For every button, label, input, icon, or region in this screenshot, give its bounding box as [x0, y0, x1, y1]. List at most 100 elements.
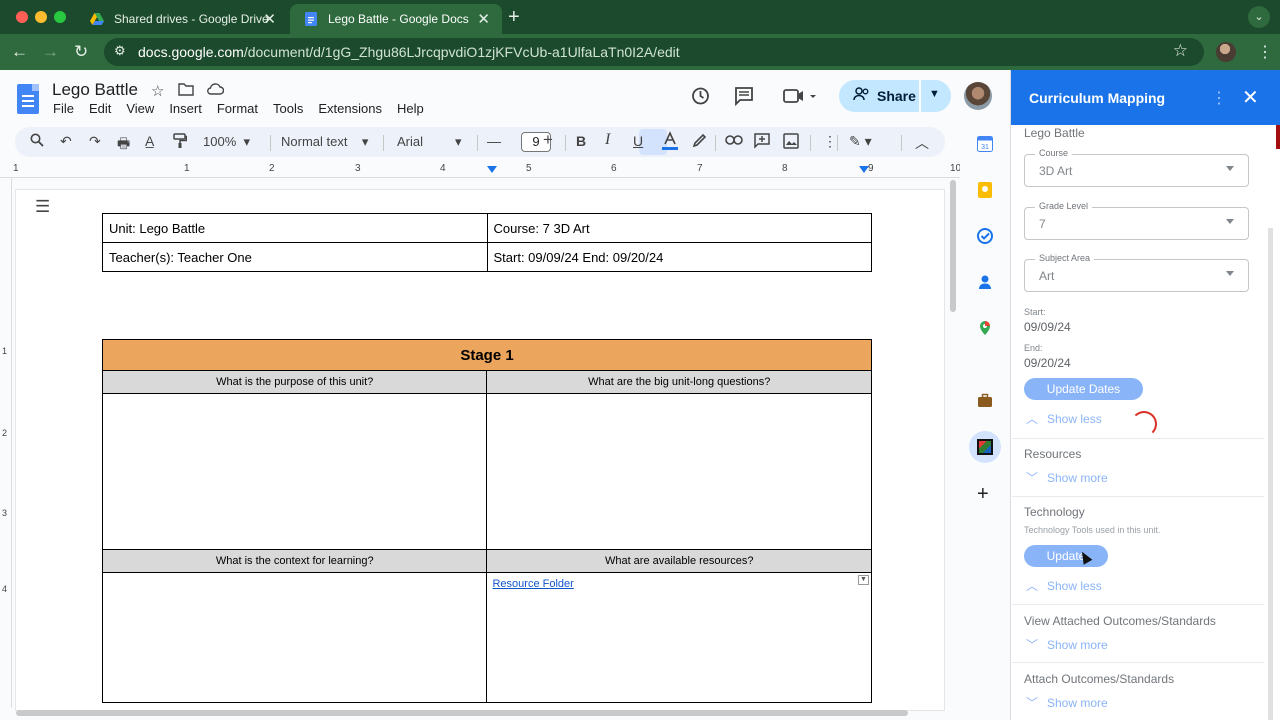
window-zoom-button[interactable]	[54, 11, 66, 23]
teacher-cell[interactable]: Teacher(s): Teacher One	[102, 242, 488, 272]
document-vertical-scrollbar[interactable]	[950, 180, 956, 312]
panel-close-icon[interactable]: ✕	[1242, 85, 1259, 110]
underline-icon[interactable]: U	[633, 133, 643, 149]
decrease-font-size-icon[interactable]: —	[487, 133, 501, 149]
document-outline-icon[interactable]: ☰	[35, 197, 50, 217]
browser-menu-icon[interactable]: ⋮	[1257, 42, 1273, 62]
answer-cell[interactable]	[101, 572, 488, 703]
paint-format-icon[interactable]	[173, 133, 188, 152]
resources-show-more-toggle[interactable]: ﹀ Show more	[1026, 469, 1108, 486]
bold-icon[interactable]: B	[576, 133, 586, 149]
menu-tools[interactable]: Tools	[273, 101, 303, 116]
grade-level-select[interactable]: Grade Level 7	[1024, 201, 1249, 240]
meet-camera-icon[interactable]	[783, 86, 817, 112]
hide-menus-chevron-icon[interactable]: ︿	[915, 133, 929, 153]
show-less-toggle[interactable]: ︿ Show less	[1026, 410, 1102, 427]
close-tab-icon[interactable]: ✕	[477, 10, 490, 28]
menu-view[interactable]: View	[126, 101, 154, 116]
window-minimize-button[interactable]	[35, 11, 47, 23]
font-select[interactable]: Arial ▾	[397, 134, 462, 150]
dates-cell[interactable]: Start: 09/09/24 End: 09/20/24	[486, 242, 872, 272]
version-history-icon[interactable]	[690, 86, 710, 112]
smart-chip-dropdown-icon[interactable]: ▼	[858, 575, 869, 585]
course-select[interactable]: Course 3D Art	[1024, 148, 1249, 187]
more-options-icon[interactable]: ⋮	[823, 133, 837, 150]
technology-description: Technology Tools used in this unit.	[1024, 525, 1161, 535]
insert-image-icon[interactable]	[783, 133, 799, 152]
close-tab-icon[interactable]: ✕	[263, 10, 276, 28]
panel-scrollbar[interactable]	[1268, 228, 1273, 720]
left-indent-marker[interactable]	[487, 166, 497, 173]
share-dropdown-icon[interactable]: ▼	[929, 88, 940, 100]
menu-help[interactable]: Help	[397, 101, 424, 116]
menu-extensions[interactable]: Extensions	[318, 101, 382, 116]
highlight-color-icon[interactable]	[691, 133, 707, 152]
docs-logo-icon[interactable]	[17, 84, 39, 114]
url-bar[interactable]: ⚙ docs.google.com/document/d/1gG_Zhgu86L…	[104, 38, 1204, 66]
right-indent-marker[interactable]	[859, 166, 869, 173]
view-outcomes-show-more-toggle[interactable]: ﹀ Show more	[1026, 636, 1108, 653]
question-header-cell[interactable]: What is the purpose of this unit?	[101, 370, 488, 394]
document-title[interactable]: Lego Battle	[52, 80, 138, 100]
get-addons-plus-icon[interactable]: +	[977, 483, 989, 506]
briefcase-icon[interactable]	[977, 393, 993, 409]
question-header-cell[interactable]: What are available resources?	[486, 549, 872, 573]
question-header-cell[interactable]: What is the context for learning?	[101, 549, 488, 573]
keep-icon[interactable]	[977, 182, 993, 198]
tab-search-chevron-icon[interactable]: ⌄	[1248, 6, 1270, 28]
insert-link-icon[interactable]	[725, 133, 743, 149]
curriculum-mapping-addon-icon[interactable]	[969, 431, 1001, 463]
tasks-icon[interactable]	[977, 228, 993, 244]
course-cell[interactable]: Course: 7 3D Art	[486, 213, 872, 243]
menu-format[interactable]: Format	[217, 101, 258, 116]
comments-icon[interactable]	[734, 86, 754, 112]
stage-title-cell[interactable]: Stage 1	[102, 339, 872, 371]
tab-google-drive[interactable]: Shared drives - Google Drive ✕	[76, 4, 288, 34]
unit-cell[interactable]: Unit: Lego Battle	[102, 213, 488, 243]
star-icon[interactable]: ☆	[151, 82, 164, 100]
spellcheck-icon[interactable]: A̲	[145, 133, 154, 149]
profile-avatar[interactable]	[1216, 42, 1236, 62]
print-icon[interactable]: 🖶	[117, 133, 130, 157]
back-arrow-icon[interactable]: ←	[11, 42, 28, 62]
menu-file[interactable]: File	[53, 101, 74, 116]
undo-icon[interactable]: ↶	[60, 133, 72, 150]
document-horizontal-scrollbar[interactable]	[16, 710, 908, 716]
text-color-icon[interactable]	[660, 131, 680, 154]
answer-cell[interactable]	[101, 393, 488, 550]
update-technology-button[interactable]: Update	[1024, 545, 1108, 567]
calendar-icon[interactable]: 31	[977, 136, 993, 152]
maps-icon[interactable]	[977, 320, 993, 336]
contacts-icon[interactable]	[977, 274, 993, 290]
user-avatar[interactable]	[964, 82, 992, 110]
resource-folder-link[interactable]: Resource Folder	[492, 578, 871, 590]
site-info-icon[interactable]: ⚙	[114, 43, 126, 59]
italic-icon[interactable]: I	[605, 131, 610, 149]
add-comment-icon[interactable]	[754, 133, 770, 152]
cloud-status-icon[interactable]	[206, 82, 225, 100]
subject-area-select[interactable]: Subject Area Art	[1024, 253, 1249, 292]
bookmark-star-icon[interactable]: ☆	[1173, 41, 1188, 61]
editing-mode-icon[interactable]: ✎ ▾	[849, 133, 872, 150]
question-header-cell[interactable]: What are the big unit-long questions?	[486, 370, 872, 394]
reload-icon[interactable]: ↻	[74, 42, 88, 62]
answer-cell[interactable]	[486, 393, 872, 550]
paragraph-style-select[interactable]: Normal text ▾	[281, 134, 368, 150]
redo-icon[interactable]: ↷	[89, 133, 101, 150]
update-dates-button[interactable]: Update Dates	[1024, 378, 1143, 400]
share-button[interactable]: Share ▼	[839, 80, 951, 112]
search-menus-icon[interactable]	[30, 133, 44, 150]
window-close-button[interactable]	[16, 11, 28, 23]
tab-google-docs[interactable]: Lego Battle - Google Docs ✕	[290, 4, 502, 34]
menu-edit[interactable]: Edit	[89, 101, 111, 116]
move-folder-icon[interactable]	[178, 82, 194, 100]
new-tab-button[interactable]: +	[508, 6, 520, 29]
increase-font-size-icon[interactable]: +	[543, 130, 553, 150]
attach-outcomes-show-more-toggle[interactable]: ﹀ Show more	[1026, 694, 1108, 711]
technology-show-less-toggle[interactable]: ︿ Show less	[1026, 577, 1102, 594]
forward-arrow-icon[interactable]: →	[42, 42, 59, 62]
answer-cell[interactable]: Resource Folder	[486, 572, 872, 703]
zoom-select[interactable]: 100% ▾	[203, 134, 250, 150]
panel-menu-icon[interactable]: ⋮	[1211, 88, 1227, 108]
menu-insert[interactable]: Insert	[169, 101, 202, 116]
